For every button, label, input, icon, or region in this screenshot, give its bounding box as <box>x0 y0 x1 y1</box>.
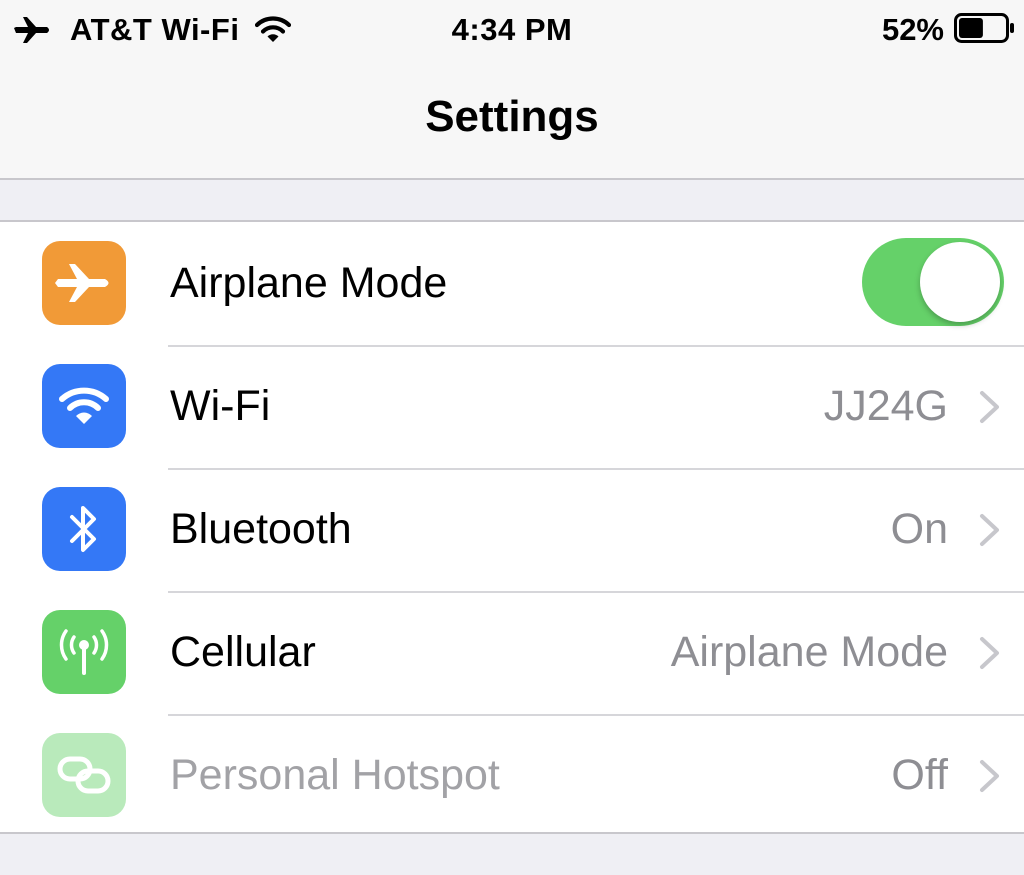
status-right: 52% <box>882 10 1016 50</box>
status-bar: AT&T Wi-Fi 4:34 PM 52% <box>0 0 1024 62</box>
settings-row-airplane-mode[interactable]: Airplane Mode <box>0 222 1024 345</box>
row-label: Personal Hotspot <box>170 751 500 799</box>
settings-row-bluetooth[interactable]: Bluetooth On <box>0 468 1024 591</box>
row-label: Wi-Fi <box>170 382 271 430</box>
chevron-right-icon <box>980 391 999 423</box>
settings-row-personal-hotspot[interactable]: Personal Hotspot Off <box>0 714 1024 837</box>
page-title: Settings <box>425 92 599 141</box>
chevron-right-icon <box>980 637 999 669</box>
row-label: Bluetooth <box>170 505 352 553</box>
row-value: Off <box>891 751 948 799</box>
chevron-right-icon <box>980 514 999 546</box>
nav-bar: Settings <box>0 62 1024 180</box>
settings-row-cellular[interactable]: Cellular Airplane Mode <box>0 591 1024 714</box>
row-value: JJ24G <box>823 382 948 430</box>
airplane-mode-toggle[interactable] <box>862 238 1004 326</box>
settings-group: Airplane Mode Wi-Fi JJ24G Bluetooth On C… <box>0 220 1024 834</box>
battery-icon <box>954 12 1016 48</box>
wifi-icon <box>42 364 126 448</box>
settings-row-wifi[interactable]: Wi-Fi JJ24G <box>0 345 1024 468</box>
toggle-knob <box>920 242 1000 322</box>
row-label: Airplane Mode <box>170 259 448 307</box>
chevron-right-icon <box>980 760 999 792</box>
airplane-icon <box>42 241 126 325</box>
bluetooth-icon <box>42 487 126 571</box>
row-value: On <box>890 505 948 553</box>
row-value: Airplane Mode <box>670 628 948 676</box>
status-time: 4:34 PM <box>451 12 573 47</box>
antenna-icon <box>42 610 126 694</box>
row-label: Cellular <box>170 628 316 676</box>
hotspot-icon <box>42 733 126 817</box>
battery-percent: 52% <box>881 12 944 47</box>
